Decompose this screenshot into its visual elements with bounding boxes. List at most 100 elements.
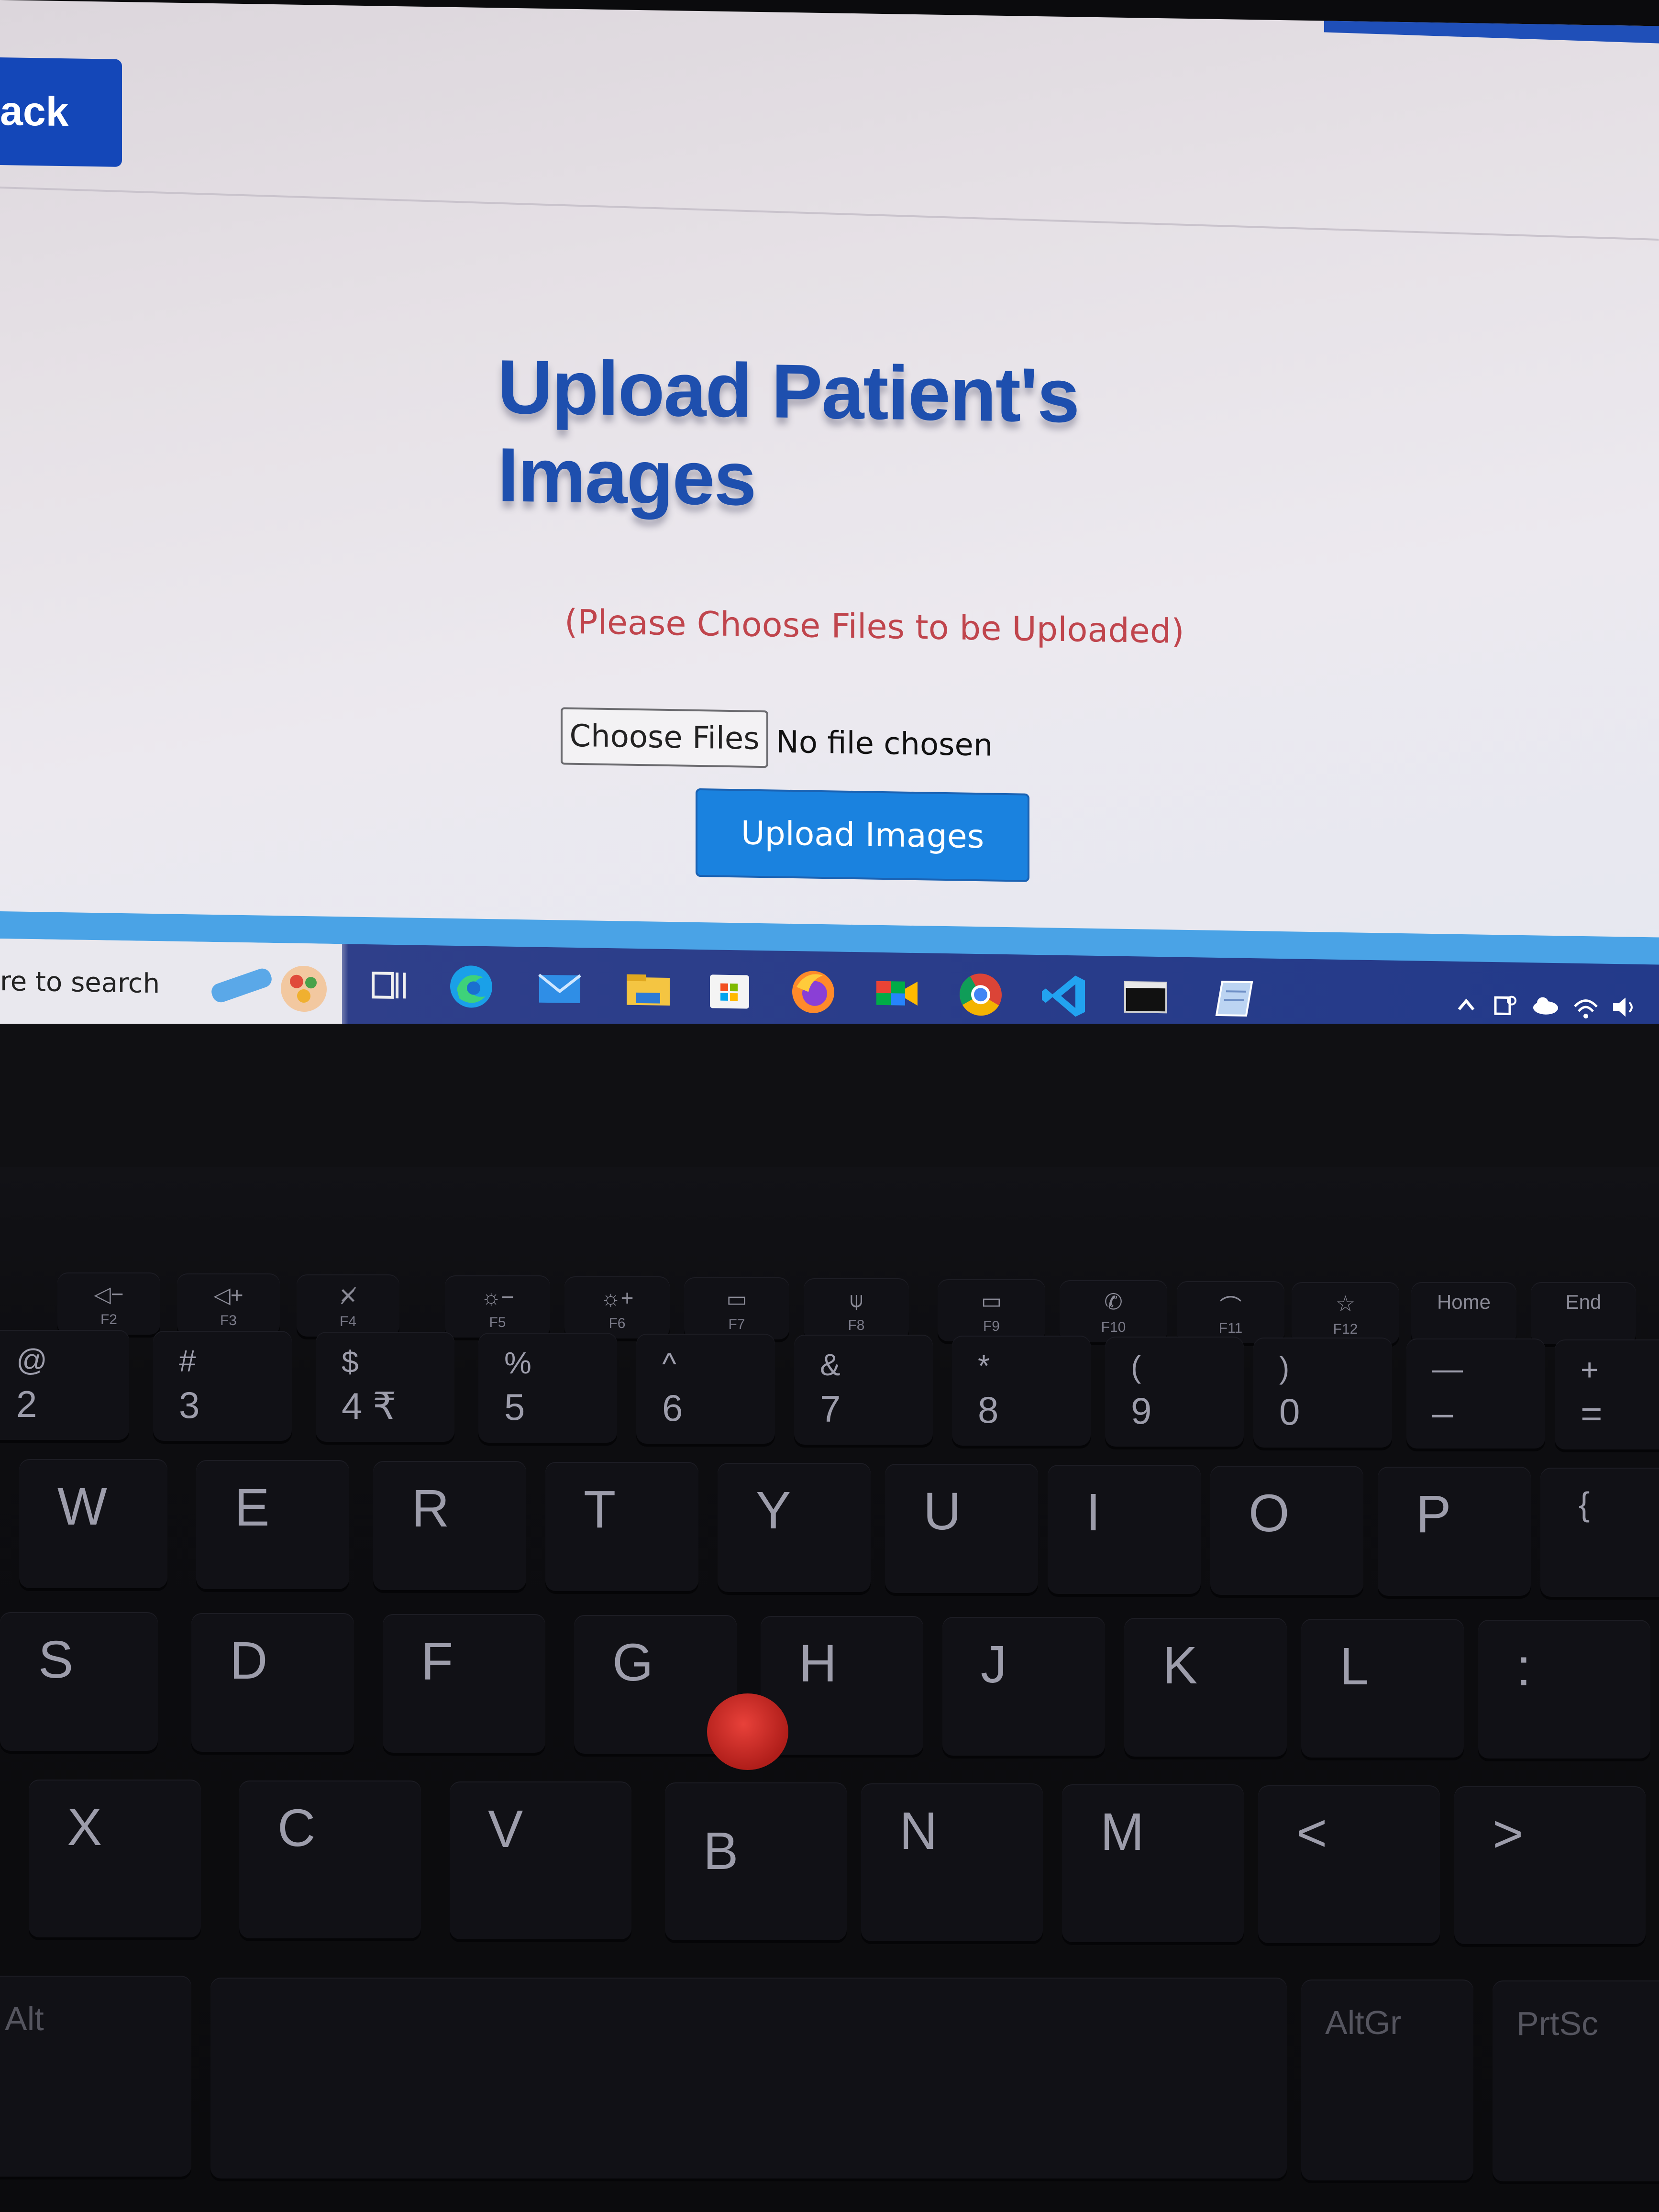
- key-e[interactable]: E: [196, 1460, 349, 1589]
- key-4[interactable]: $ 4 ₹: [316, 1332, 454, 1442]
- key-f12[interactable]: ☆ F12: [1292, 1282, 1399, 1344]
- key-s[interactable]: S: [0, 1612, 158, 1751]
- key-f11-label: F11: [1218, 1320, 1243, 1336]
- task-view-icon[interactable]: [364, 959, 416, 1012]
- key-space[interactable]: [210, 1978, 1287, 2179]
- key-f6-symbol: ☼+: [600, 1285, 634, 1310]
- key-5[interactable]: % 5: [478, 1333, 617, 1443]
- key-f4[interactable]: ✕̸ F4: [297, 1274, 399, 1337]
- key-f3[interactable]: ◁+ F3: [177, 1273, 280, 1336]
- key-c[interactable]: C: [239, 1781, 421, 1938]
- key-f7-label: F7: [728, 1316, 745, 1332]
- key-f7[interactable]: ▭ F7: [684, 1277, 789, 1339]
- edge-icon[interactable]: [445, 960, 498, 1014]
- notepad-icon[interactable]: [1208, 972, 1261, 1026]
- key-alt[interactable]: Alt: [0, 1976, 191, 2177]
- key-n[interactable]: N: [861, 1783, 1043, 1941]
- key-6[interactable]: ^ 6: [636, 1334, 775, 1444]
- key-home[interactable]: Home: [1411, 1282, 1516, 1344]
- store-icon[interactable]: [703, 964, 756, 1018]
- key-b[interactable]: B: [665, 1782, 847, 1940]
- key-f6[interactable]: ☼+ F6: [564, 1276, 670, 1338]
- key-minus[interactable]: — –: [1406, 1338, 1545, 1449]
- key-r[interactable]: R: [373, 1461, 526, 1590]
- key-f2[interactable]: ◁− F2: [57, 1272, 160, 1335]
- key-f11[interactable]: ⌒ F11: [1177, 1281, 1284, 1343]
- terminal-icon[interactable]: [1119, 971, 1172, 1024]
- key-w[interactable]: W: [19, 1459, 167, 1588]
- key-x[interactable]: X: [29, 1780, 201, 1937]
- key-bracket[interactable]: {: [1540, 1468, 1659, 1597]
- upload-images-button[interactable]: Upload Images: [696, 788, 1029, 882]
- key-2[interactable]: @ 2: [0, 1330, 129, 1440]
- header-strip: [1324, 13, 1659, 44]
- key-semicolon[interactable]: :: [1478, 1620, 1650, 1759]
- key-altgr[interactable]: AltGr: [1301, 1980, 1473, 2180]
- chrome-icon[interactable]: [954, 968, 1007, 1021]
- key-k-label: K: [1162, 1636, 1198, 1695]
- key-y[interactable]: Y: [718, 1463, 871, 1592]
- key-end[interactable]: End: [1531, 1282, 1636, 1344]
- file-explorer-icon[interactable]: [622, 962, 675, 1016]
- key-equals-main: =: [1581, 1393, 1603, 1435]
- key-f4-symbol: ✕̸: [339, 1283, 357, 1308]
- key-p[interactable]: P: [1378, 1467, 1531, 1596]
- key-altgr-label: AltGr: [1325, 2004, 1402, 2041]
- upload-instruction: (Please Choose Files to be Uploaded): [564, 602, 1184, 651]
- key-f5[interactable]: ☼− F5: [445, 1275, 550, 1338]
- page-title: Upload Patient's Images: [498, 343, 1079, 521]
- wifi-icon[interactable]: [1569, 987, 1603, 1026]
- key-7-shift: &: [820, 1348, 841, 1382]
- key-j[interactable]: J: [942, 1617, 1105, 1756]
- key-comma[interactable]: <: [1258, 1785, 1440, 1943]
- key-f10-label: F10: [1101, 1319, 1126, 1335]
- key-alt-label: Alt: [5, 2000, 44, 2037]
- mail-icon[interactable]: [533, 962, 586, 1015]
- key-end-label: End: [1565, 1291, 1602, 1313]
- laptop-bezel: [0, 1024, 1659, 1167]
- key-0[interactable]: ) 0: [1253, 1338, 1392, 1448]
- key-comma-label: <: [1296, 1803, 1327, 1862]
- key-home-label: Home: [1437, 1291, 1491, 1313]
- key-f10[interactable]: ✆ F10: [1060, 1280, 1167, 1342]
- key-8[interactable]: * 8: [952, 1336, 1091, 1446]
- key-period[interactable]: >: [1454, 1786, 1646, 1944]
- key-prtsc[interactable]: PrtSc: [1493, 1980, 1659, 2181]
- key-v[interactable]: V: [450, 1781, 631, 1939]
- volume-icon[interactable]: [1607, 988, 1641, 1027]
- key-m-label: M: [1100, 1803, 1144, 1861]
- key-u[interactable]: U: [885, 1464, 1038, 1593]
- meet-icon[interactable]: [871, 967, 923, 1020]
- key-0-main: 0: [1279, 1391, 1300, 1433]
- key-o[interactable]: O: [1210, 1466, 1363, 1595]
- choose-files-button[interactable]: Choose Files: [561, 707, 768, 768]
- key-f[interactable]: F: [383, 1614, 545, 1753]
- key-m[interactable]: M: [1062, 1784, 1244, 1942]
- firefox-icon[interactable]: [787, 965, 840, 1019]
- chevron-up-icon[interactable]: [1449, 985, 1483, 1024]
- key-t[interactable]: T: [545, 1462, 698, 1591]
- onedrive-icon[interactable]: [1528, 986, 1562, 1025]
- key-f9[interactable]: ▭ F9: [938, 1279, 1045, 1341]
- trackpoint-nub[interactable]: [707, 1693, 788, 1770]
- key-k[interactable]: K: [1124, 1618, 1287, 1757]
- key-3[interactable]: # 3: [153, 1331, 292, 1441]
- key-d[interactable]: D: [191, 1613, 354, 1752]
- back-button[interactable]: ack: [0, 57, 122, 167]
- key-i[interactable]: I: [1048, 1465, 1201, 1594]
- key-5-main: 5: [504, 1386, 525, 1428]
- key-equals[interactable]: + =: [1555, 1339, 1659, 1449]
- meet-now-icon[interactable]: [1488, 986, 1521, 1025]
- key-x-label: X: [67, 1798, 102, 1857]
- vscode-icon[interactable]: [1038, 969, 1091, 1023]
- key-l[interactable]: L: [1301, 1619, 1464, 1758]
- key-7[interactable]: & 7: [794, 1335, 933, 1445]
- browser-viewport: ack Upload Patient's Images (Please Choo…: [0, 0, 1659, 1050]
- key-v-label: V: [488, 1800, 523, 1858]
- key-9[interactable]: ( 9: [1105, 1337, 1244, 1447]
- key-f9-symbol: ▭: [981, 1288, 1002, 1313]
- key-u-label: U: [923, 1482, 962, 1541]
- key-f8-symbol: ⍦: [850, 1287, 863, 1312]
- key-f8[interactable]: ⍦ F8: [804, 1278, 909, 1340]
- key-f2-symbol: ◁−: [94, 1282, 124, 1306]
